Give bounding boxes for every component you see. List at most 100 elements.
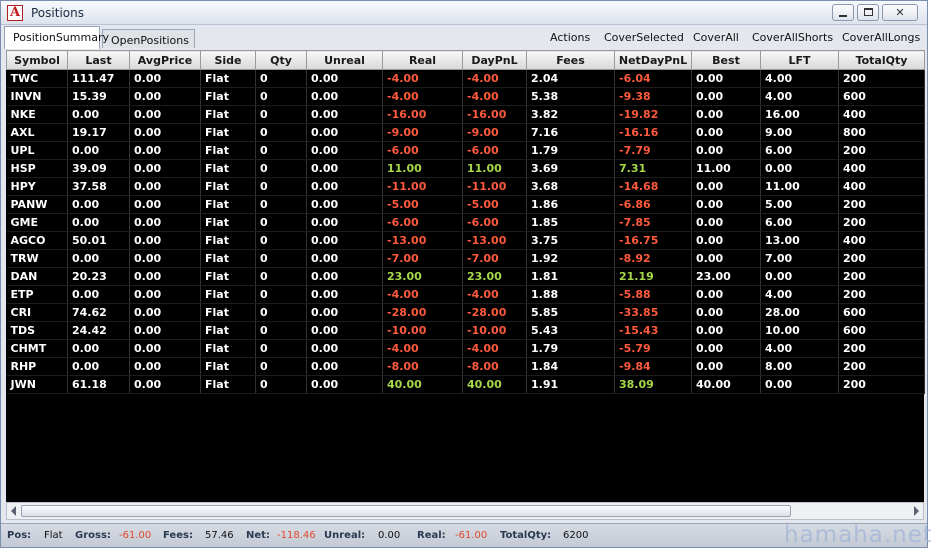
cell-side: Flat [200, 213, 256, 232]
scrollbar-thumb[interactable] [21, 505, 791, 517]
table-row[interactable]: INVN 15.39 0.00 Flat 0 0.00 -4.00 -4.00 5.38 -9.3… [6, 87, 925, 106]
cell-avgprice: 0.00 [129, 339, 201, 358]
column-header-totalqty[interactable]: TotalQty [838, 50, 925, 70]
cell-netdaypnl: -6.04 [614, 69, 692, 88]
cell-daypnl: -13.00 [462, 231, 527, 250]
table-row[interactable]: AXL 19.17 0.00 Flat 0 0.00 -9.00 -9.00 7.16 -16.1… [6, 123, 925, 142]
cell-best: 0.00 [691, 69, 761, 88]
cell-real: -13.00 [382, 231, 463, 250]
cell-side: Flat [200, 159, 256, 178]
column-header-side[interactable]: Side [200, 50, 256, 70]
cover-all-shorts-button[interactable]: CoverAllShorts [752, 31, 833, 44]
close-button[interactable]: ✕ [882, 4, 918, 21]
cell-unreal: 0.00 [306, 285, 383, 304]
positions-table: Symbol Last AvgPrice Side Qty Unreal Real DayPn… [6, 50, 925, 394]
title-bar[interactable]: A Positions ✕ [1, 1, 927, 25]
column-header-qty[interactable]: Qty [255, 50, 307, 70]
cell-avgprice: 0.00 [129, 87, 201, 106]
actions-menu[interactable]: Actions [550, 31, 590, 44]
horizontal-scrollbar[interactable] [6, 502, 924, 520]
maximize-button[interactable] [857, 4, 879, 21]
cell-symbol: JWN [6, 375, 68, 394]
cell-fees: 3.75 [526, 231, 615, 250]
table-row[interactable]: ETP 0.00 0.00 Flat 0 0.00 -4.00 -4.00 1.88 -5.88 0… [6, 285, 925, 304]
cell-best: 0.00 [691, 141, 761, 160]
cover-all-longs-button[interactable]: CoverAllLongs [842, 31, 920, 44]
cell-netdaypnl: -5.88 [614, 285, 692, 304]
column-header-daypnl[interactable]: DayPnL [462, 50, 527, 70]
column-header-lft[interactable]: LFT [760, 50, 839, 70]
cell-symbol: DAN [6, 267, 68, 286]
table-row[interactable]: JWN 61.18 0.00 Flat 0 0.00 40.00 40.00 1.91 38.09… [6, 375, 925, 394]
table-row[interactable]: PANW 0.00 0.00 Flat 0 0.00 -5.00 -5.00 1.86 -6.86… [6, 195, 925, 214]
table-row[interactable]: TDS 24.42 0.00 Flat 0 0.00 -10.00 -10.00 5.43 -15… [6, 321, 925, 340]
table-row[interactable]: TWC 111.47 0.00 Flat 0 0.00 -4.00 -4.00 2.04 -6.0… [6, 69, 925, 88]
cell-side: Flat [200, 285, 256, 304]
table-row[interactable]: DAN 20.23 0.00 Flat 0 0.00 23.00 23.00 1.81 21.19… [6, 267, 925, 286]
table-row[interactable]: HSP 39.09 0.00 Flat 0 0.00 11.00 11.00 3.69 7.31 1… [6, 159, 925, 178]
table-row[interactable]: TRW 0.00 0.00 Flat 0 0.00 -7.00 -7.00 1.92 -8.92 0… [6, 249, 925, 268]
cell-daypnl: -6.00 [462, 141, 527, 160]
cell-qty: 0 [255, 159, 307, 178]
cell-side: Flat [200, 303, 256, 322]
table-row[interactable]: HPY 37.58 0.00 Flat 0 0.00 -11.00 -11.00 3.68 -14… [6, 177, 925, 196]
gross-label: Gross: [75, 530, 111, 541]
column-header-real[interactable]: Real [382, 50, 463, 70]
cell-fees: 7.16 [526, 123, 615, 142]
cell-lft: 9.00 [760, 123, 839, 142]
tab-open-positions[interactable]: OpenPositions [102, 29, 195, 48]
gross-value: -61.00 [119, 530, 152, 541]
positions-grid[interactable]: Symbol Last AvgPrice Side Qty Unreal Real DayPn… [6, 50, 925, 502]
cell-avgprice: 0.00 [129, 321, 201, 340]
scroll-right-icon[interactable] [914, 506, 919, 516]
cell-last: 0.00 [67, 105, 130, 124]
cell-netdaypnl: -33.85 [614, 303, 692, 322]
tab-position-summary[interactable]: PositionSummary [4, 26, 109, 49]
column-header-avgprice[interactable]: AvgPrice [129, 50, 201, 70]
cell-best: 0.00 [691, 105, 761, 124]
cell-best: 0.00 [691, 231, 761, 250]
cell-unreal: 0.00 [306, 159, 383, 178]
cell-real: -11.00 [382, 177, 463, 196]
close-icon: ✕ [895, 6, 905, 19]
table-row[interactable]: RHP 0.00 0.00 Flat 0 0.00 -8.00 -8.00 1.84 -9.84 0… [6, 357, 925, 376]
column-header-best[interactable]: Best [691, 50, 761, 70]
cell-daypnl: -4.00 [462, 285, 527, 304]
cell-best: 0.00 [691, 87, 761, 106]
column-header-fees[interactable]: Fees [526, 50, 615, 70]
cell-qty: 0 [255, 231, 307, 250]
unreal-value: 0.00 [378, 530, 401, 541]
cell-qty: 0 [255, 105, 307, 124]
cell-netdaypnl: 7.31 [614, 159, 692, 178]
column-header-netdaypnl[interactable]: NetDayPnL [614, 50, 692, 70]
cover-all-button[interactable]: CoverAll [693, 31, 739, 44]
table-row[interactable]: CHMT 0.00 0.00 Flat 0 0.00 -4.00 -4.00 1.79 -5.79… [6, 339, 925, 358]
minimize-button[interactable] [832, 4, 854, 21]
cell-real: 11.00 [382, 159, 463, 178]
cell-real: -5.00 [382, 195, 463, 214]
cell-symbol: TWC [6, 69, 68, 88]
table-row[interactable]: UPL 0.00 0.00 Flat 0 0.00 -6.00 -6.00 1.79 -7.79 0… [6, 141, 925, 160]
cell-best: 0.00 [691, 321, 761, 340]
table-row[interactable]: AGCO 50.01 0.00 Flat 0 0.00 -13.00 -13.00 3.75 -1… [6, 231, 925, 250]
cell-fees: 3.68 [526, 177, 615, 196]
column-header-last[interactable]: Last [67, 50, 130, 70]
totalqty-value: 6200 [563, 530, 589, 541]
column-header-unreal[interactable]: Unreal [306, 50, 383, 70]
cover-selected-button[interactable]: CoverSelected [604, 31, 684, 44]
cell-totalqty: 200 [838, 141, 925, 160]
table-row[interactable]: NKE 0.00 0.00 Flat 0 0.00 -16.00 -16.00 3.82 -19.… [6, 105, 925, 124]
table-row[interactable]: CRI 74.62 0.00 Flat 0 0.00 -28.00 -28.00 5.85 -33… [6, 303, 925, 322]
cell-unreal: 0.00 [306, 213, 383, 232]
cell-qty: 0 [255, 375, 307, 394]
cell-lft: 5.00 [760, 195, 839, 214]
cell-lft: 4.00 [760, 339, 839, 358]
cell-last: 0.00 [67, 357, 130, 376]
scroll-left-icon[interactable] [11, 506, 16, 516]
cell-unreal: 0.00 [306, 339, 383, 358]
cell-daypnl: -11.00 [462, 177, 527, 196]
table-row[interactable]: GME 0.00 0.00 Flat 0 0.00 -6.00 -6.00 1.85 -7.85 0… [6, 213, 925, 232]
cell-fees: 1.88 [526, 285, 615, 304]
column-header-symbol[interactable]: Symbol [6, 50, 68, 70]
cell-side: Flat [200, 177, 256, 196]
